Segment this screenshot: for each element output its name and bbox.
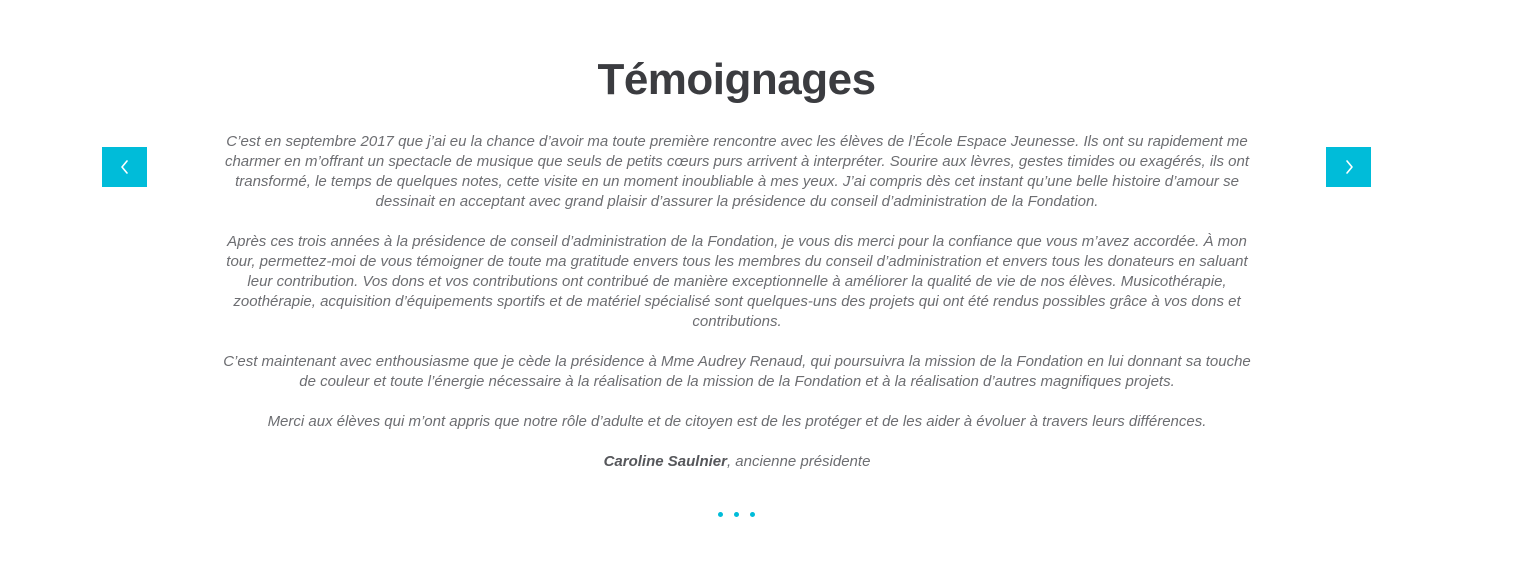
carousel-dot-3[interactable] (750, 512, 755, 517)
testimonial-signature: Caroline Saulnier, ancienne présidente (222, 452, 1252, 472)
carousel-dot-2[interactable] (734, 512, 739, 517)
testimonial-text: C’est en septembre 2017 que j’ai eu la c… (222, 132, 1252, 492)
carousel-next-button[interactable] (1326, 147, 1371, 187)
testimonial-paragraph: Merci aux élèves qui m’ont appris que no… (267, 413, 1207, 430)
testimonial-paragraph: Après ces trois années à la présidence d… (226, 233, 1248, 330)
carousel-dot-1[interactable] (718, 512, 723, 517)
author-role: , ancienne présidente (726, 453, 871, 470)
section-title: Témoignages (597, 55, 876, 104)
testimonial-paragraph: C’est en septembre 2017 que j’ai eu la c… (224, 133, 1250, 210)
carousel-prev-button[interactable] (102, 147, 147, 187)
testimonials-section: Témoignages C’est en septembre 2017 que … (0, 0, 1517, 578)
carousel-pagination (0, 512, 1473, 517)
chevron-right-icon (1345, 160, 1353, 174)
chevron-left-icon (120, 160, 128, 174)
testimonial-paragraph: C’est maintenant avec enthousiasme que j… (223, 353, 1251, 390)
author-name: Caroline Saulnier (603, 453, 727, 470)
